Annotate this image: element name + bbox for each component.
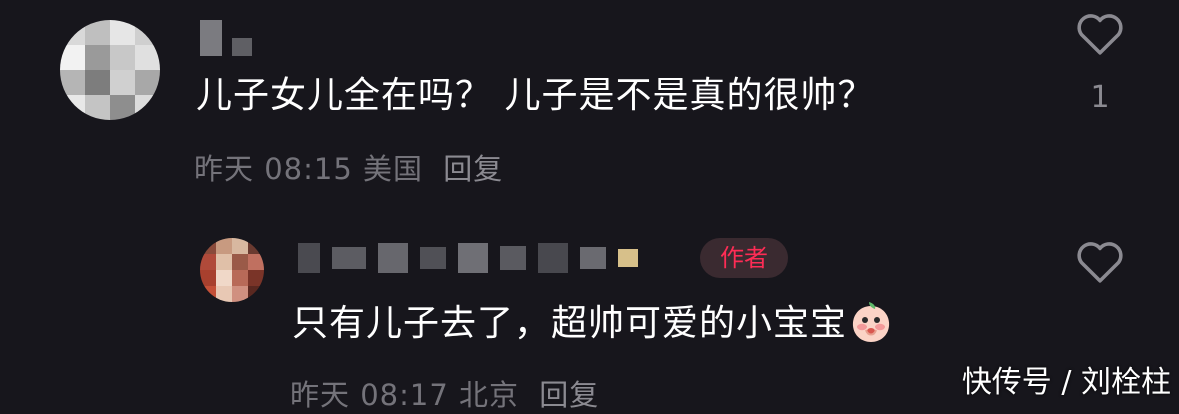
comment-text: 只有儿子去了，超帅可爱的小宝宝 [292,302,893,347]
username-redacted[interactable] [200,20,252,56]
blushing-peach-emoji-icon [852,302,890,342]
heart-icon [1077,14,1123,55]
author-badge: 作者 [700,238,788,278]
like-button[interactable]: 1 [1072,10,1128,115]
comment-time: 昨天 08:15 [194,152,353,186]
username-redacted[interactable] [298,240,638,276]
like-count: 1 [1090,80,1110,115]
reply-button[interactable]: 回复 [443,152,503,186]
heart-icon [1077,242,1123,283]
watermark: 快传号 / 刘栓柱 [961,365,1171,400]
comment-text: 儿子女儿全在吗？ 儿子是不是真的很帅？ [196,75,875,116]
like-button[interactable] [1072,238,1128,284]
reply-text: 只有儿子去了，超帅可爱的小宝宝 [292,303,848,344]
comment-location: 美国 [363,152,424,186]
comment-meta: 昨天 08:17 北京 回复 [290,372,599,414]
avatar[interactable] [60,20,160,120]
avatar[interactable] [200,238,264,302]
comment-meta: 昨天 08:15 美国 回复 [194,146,503,188]
